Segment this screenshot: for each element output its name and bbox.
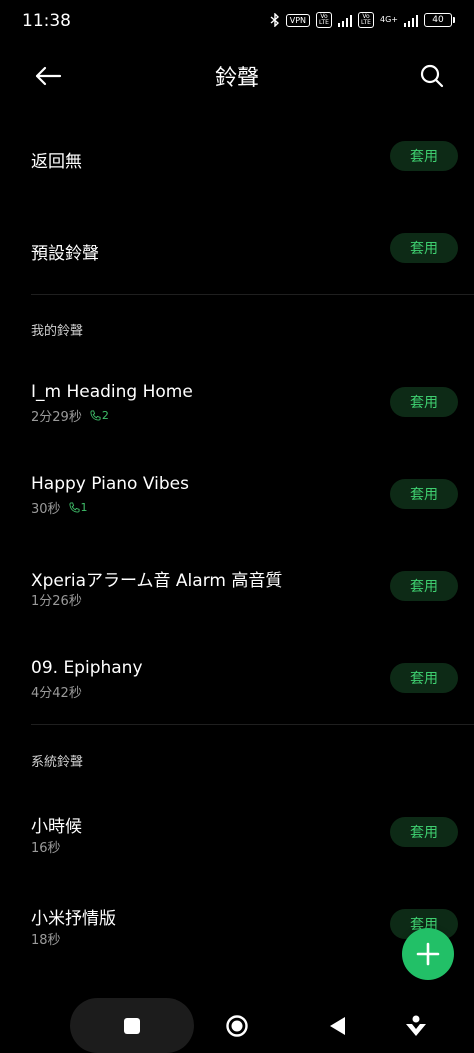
apply-button[interactable]: 套用 (390, 817, 458, 847)
list-item[interactable]: Xperiaアラーム音 Alarm 高音質 1分26秒 套用 (0, 556, 474, 616)
ringtone-title: Happy Piano Vibes (31, 474, 189, 494)
assistant-button[interactable] (398, 1008, 434, 1044)
list-item[interactable]: Happy Piano Vibes 30秒 1 套用 (0, 464, 474, 524)
call-count: 2 (90, 409, 109, 422)
call-count-value: 2 (101, 409, 109, 422)
apply-button[interactable]: 套用 (390, 571, 458, 601)
ringtone-title: 09. Epiphany (31, 658, 143, 678)
call-count-value: 1 (80, 501, 88, 514)
circle-icon (226, 1015, 248, 1037)
status-icons: VPN Vo LTE Vo LTE 4G+ 40 (270, 12, 455, 28)
assistant-icon (406, 1015, 426, 1036)
search-button[interactable] (414, 58, 450, 94)
signal-strength-icon-1 (338, 14, 352, 27)
add-ringtone-button[interactable] (402, 928, 454, 980)
section-header-my-ringtones: 我的鈴聲 (31, 324, 84, 339)
phone-icon (69, 502, 80, 513)
volte-badge-1: Vo LTE (316, 12, 332, 28)
apply-button[interactable]: 套用 (390, 479, 458, 509)
list-item[interactable]: I_m Heading Home 2分29秒 2 套用 (0, 372, 474, 432)
ringtone-title: I_m Heading Home (31, 382, 193, 402)
vpn-badge: VPN (285, 13, 310, 27)
ringtone-title: Xperiaアラーム音 Alarm 高音質 (31, 571, 283, 591)
ringtone-title: 小米抒情版 (31, 909, 116, 929)
network-type-label: 4G+ (380, 15, 398, 24)
square-icon (124, 1018, 140, 1034)
list-item[interactable]: 小時候 16秒 套用 (0, 802, 474, 862)
ringtone-meta: 2分29秒 2 (31, 406, 109, 425)
bluetooth-icon (270, 13, 279, 27)
phone-icon (90, 410, 101, 421)
ringtone-duration: 30秒 (31, 502, 61, 517)
ringtone-duration: 4分42秒 (31, 686, 82, 701)
ringtone-meta: 16秒 (31, 837, 61, 856)
apply-button[interactable]: 套用 (390, 141, 458, 171)
home-button[interactable] (219, 1008, 255, 1044)
apply-button[interactable]: 套用 (390, 663, 458, 693)
back-nav-button[interactable] (320, 1008, 356, 1044)
ringtone-meta: 4分42秒 (31, 682, 82, 701)
battery-icon: 40 (424, 13, 455, 27)
ringtone-duration: 18秒 (31, 933, 61, 948)
ringtone-meta: 18秒 (31, 929, 61, 948)
divider (31, 724, 474, 725)
search-icon (420, 64, 444, 88)
ringtone-meta: 30秒 1 (31, 498, 88, 517)
ringtone-option-default[interactable]: 預設鈴聲 套用 (0, 218, 474, 280)
volte-badge-2: Vo LTE (358, 12, 374, 28)
list-item[interactable]: 09. Epiphany 4分42秒 套用 (0, 648, 474, 708)
recents-button[interactable] (114, 1008, 150, 1044)
navigation-bar (0, 998, 474, 1053)
apply-button[interactable]: 套用 (390, 387, 458, 417)
apply-button[interactable]: 套用 (390, 233, 458, 263)
status-time: 11:38 (22, 11, 71, 31)
ringtone-title: 返回無 (31, 152, 82, 172)
ringtone-title: 預設鈴聲 (31, 244, 99, 264)
divider (31, 294, 474, 295)
ringtone-title: 小時候 (31, 817, 82, 837)
section-header-system-ringtones: 系統鈴聲 (31, 755, 84, 770)
ringtone-option-none[interactable]: 返回無 套用 (0, 126, 474, 188)
page-title: 鈴聲 (214, 66, 259, 91)
ringtone-duration: 1分26秒 (31, 594, 82, 609)
ringtone-duration: 16秒 (31, 841, 61, 856)
call-count: 1 (69, 501, 88, 514)
ringtone-duration: 2分29秒 (31, 410, 82, 425)
ringtone-meta: 1分26秒 (31, 590, 82, 609)
triangle-icon (330, 1017, 345, 1035)
plus-icon (416, 942, 440, 966)
signal-strength-icon-2 (404, 14, 418, 27)
status-bar: 11:38 VPN Vo LTE Vo LTE 4G+ 40 (0, 0, 474, 44)
app-bar: 鈴聲 (0, 44, 474, 108)
